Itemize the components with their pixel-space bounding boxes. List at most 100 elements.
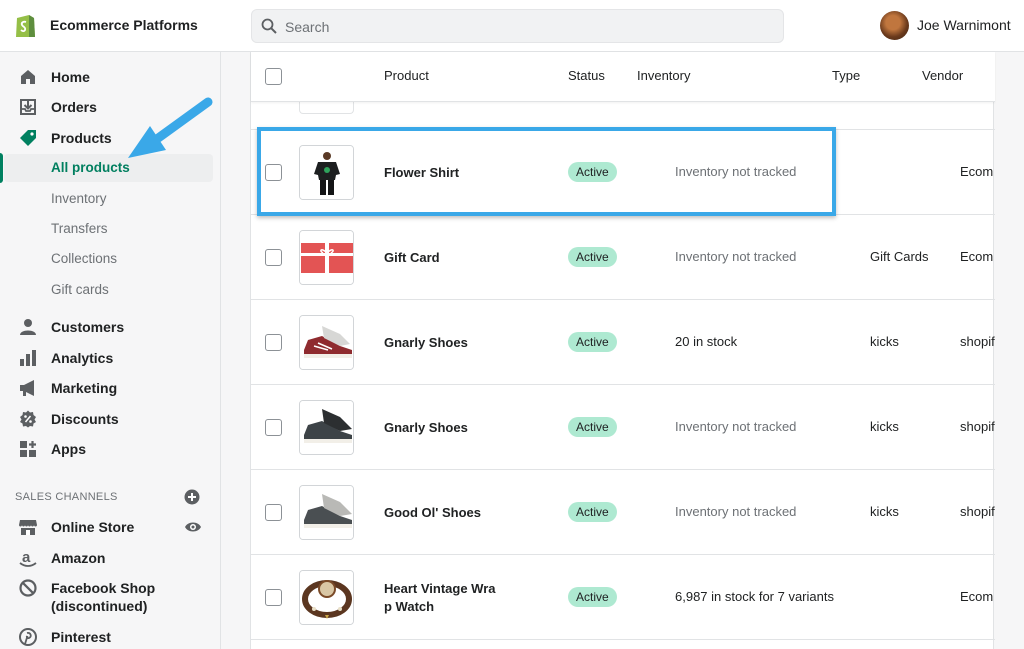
sidebar-item-label: Pinterest xyxy=(51,629,111,645)
pinterest-icon xyxy=(19,628,37,646)
add-channel-icon[interactable] xyxy=(184,489,200,505)
shopify-logo[interactable] xyxy=(13,12,37,39)
status-badge: Active xyxy=(568,332,617,352)
table-row[interactable]: Flower Shirt Active Inventory not tracke… xyxy=(251,130,995,215)
row-checkbox[interactable] xyxy=(265,249,282,266)
header-inventory[interactable]: Inventory xyxy=(637,68,690,83)
product-thumbnail[interactable] xyxy=(299,145,354,200)
type-cell: kicks xyxy=(870,504,899,519)
orders-icon xyxy=(20,99,36,115)
inventory-cell: Inventory not tracked xyxy=(675,419,797,434)
sidebar-item-label: Amazon xyxy=(51,550,106,566)
row-checkbox[interactable] xyxy=(265,504,282,521)
vendor-cell: shopif xyxy=(960,504,995,519)
search-icon xyxy=(261,18,277,34)
inventory-cell: 20 in stock xyxy=(675,334,738,349)
products-table-panel: Product Status Inventory Type Vendor Flo… xyxy=(250,52,995,649)
tag-icon xyxy=(20,130,36,146)
sidebar-item-marketing[interactable]: Marketing xyxy=(0,374,221,402)
table-row[interactable]: Gnarly Shoes Active 20 in stock kicks sh… xyxy=(251,300,995,385)
store-name[interactable]: Ecommerce Platforms xyxy=(50,17,198,33)
product-thumbnail[interactable] xyxy=(299,315,354,370)
svg-text:a: a xyxy=(22,549,31,566)
sidebar-item-customers[interactable]: Customers xyxy=(0,313,221,341)
sidebar-item-pinterest[interactable]: Pinterest xyxy=(0,623,221,649)
vendor-cell: Ecom xyxy=(960,164,994,179)
row-checkbox[interactable] xyxy=(265,589,282,606)
sidebar-item-facebook-shop[interactable]: Facebook Shop (discontinued) xyxy=(0,574,221,614)
sidebar-item-label: Orders xyxy=(51,99,97,115)
amazon-icon: a xyxy=(19,549,37,567)
vendor-cell: Ecom xyxy=(960,249,994,264)
status-badge: Active xyxy=(568,162,617,182)
status-badge: Active xyxy=(568,417,617,437)
product-name-link[interactable]: Flower Shirt xyxy=(384,164,509,182)
sidebar-item-label: Apps xyxy=(51,441,86,457)
table-header: Product Status Inventory Type Vendor xyxy=(251,52,995,102)
product-thumbnail[interactable] xyxy=(299,485,354,540)
type-cell: Gift Cards xyxy=(870,249,929,264)
sidebar-item-discounts[interactable]: Discounts xyxy=(0,405,221,433)
table-row[interactable]: Good Ol' Shoes Active Inventory not trac… xyxy=(251,470,995,555)
search-input[interactable]: Search xyxy=(285,19,329,35)
status-badge: Active xyxy=(568,502,617,522)
megaphone-icon xyxy=(20,380,34,396)
sales-channels-label: SALES CHANNELS xyxy=(15,491,118,503)
product-name-link[interactable]: Heart Vintage Wra p Watch xyxy=(384,580,509,616)
sidebar-item-apps[interactable]: Apps xyxy=(0,435,221,463)
sidebar-subitem-label: Gift cards xyxy=(51,282,109,297)
product-thumbnail[interactable] xyxy=(299,230,354,285)
shoe-image xyxy=(300,316,353,369)
table-row[interactable]: Heart Vintage Wra p Watch Active 6,987 i… xyxy=(251,555,995,640)
sidebar-subitem-label: Inventory xyxy=(51,191,107,206)
sidebar-item-amazon[interactable]: a Amazon xyxy=(0,544,221,572)
sidebar-subitem-gift-cards[interactable]: Gift cards xyxy=(0,276,221,304)
avatar[interactable] xyxy=(880,11,909,40)
sidebar-item-label: Home xyxy=(51,69,90,85)
sidebar-subitem-collections[interactable]: Collections xyxy=(0,245,221,273)
sidebar-item-label: Customers xyxy=(51,319,125,335)
row-checkbox[interactable] xyxy=(265,164,282,181)
sidebar-item-label: Marketing xyxy=(51,380,118,396)
blocked-icon xyxy=(19,579,37,597)
eye-icon[interactable] xyxy=(184,520,202,534)
product-name-link[interactable]: Good Ol' Shoes xyxy=(384,504,509,522)
header-status[interactable]: Status xyxy=(568,68,605,83)
table-row[interactable]: Gnarly Shoes Active Inventory not tracke… xyxy=(251,385,995,470)
row-checkbox[interactable] xyxy=(265,419,282,436)
customers-icon xyxy=(20,319,36,335)
sidebar-item-label: Online Store xyxy=(51,519,135,535)
header-product[interactable]: Product xyxy=(384,68,429,83)
sidebar-item-label: Facebook Shop xyxy=(51,580,156,596)
product-thumbnail[interactable] xyxy=(299,400,354,455)
inventory-cell: 6,987 in stock for 7 variants xyxy=(675,589,834,604)
product-name-link[interactable]: Gnarly Shoes xyxy=(384,419,509,437)
product-name-link[interactable]: Gnarly Shoes xyxy=(384,334,509,352)
top-bar: Ecommerce Platforms Search Joe Warnimont xyxy=(0,0,1024,52)
select-all-checkbox[interactable] xyxy=(265,68,282,85)
product-name-line2: p Watch xyxy=(384,599,435,614)
sidebar-subitem-transfers[interactable]: Transfers xyxy=(0,215,221,243)
sidebar-item-label-secondary: (discontinued) xyxy=(51,598,148,614)
product-thumbnail[interactable] xyxy=(299,570,354,625)
sidebar-item-analytics[interactable]: Analytics xyxy=(0,344,221,372)
shoe-image xyxy=(300,401,353,454)
home-icon xyxy=(21,70,35,84)
inventory-cell: Inventory not tracked xyxy=(675,249,797,264)
header-type[interactable]: Type xyxy=(832,68,860,83)
row-checkbox[interactable] xyxy=(265,334,282,351)
sidebar-item-label: Analytics xyxy=(51,350,114,366)
sidebar-subitem-inventory[interactable]: Inventory xyxy=(0,185,221,213)
user-name[interactable]: Joe Warnimont xyxy=(917,17,1011,33)
discount-icon xyxy=(20,410,36,428)
search-bar[interactable]: Search xyxy=(251,9,784,43)
sidebar-subitem-label: Collections xyxy=(51,251,118,266)
active-indicator xyxy=(0,153,3,183)
sidebar-item-home[interactable]: Home xyxy=(0,63,221,91)
shoe-image xyxy=(300,486,353,539)
product-name-link[interactable]: Gift Card xyxy=(384,249,509,267)
header-vendor[interactable]: Vendor xyxy=(922,68,963,83)
table-row[interactable]: Gift Card Active Inventory not tracked G… xyxy=(251,215,995,300)
type-cell: kicks xyxy=(870,334,899,349)
analytics-icon xyxy=(20,350,36,366)
